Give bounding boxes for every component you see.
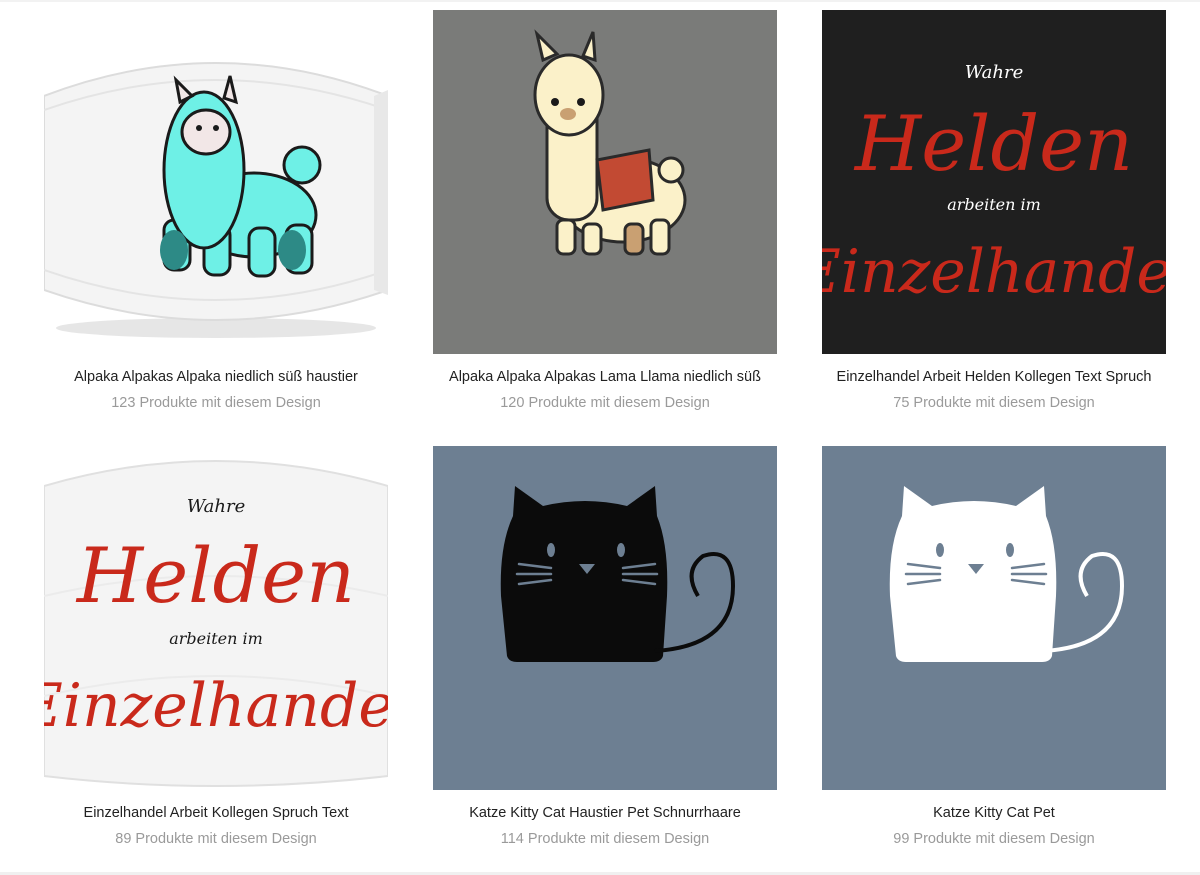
design-text-wahre: Wahre (965, 62, 1024, 83)
product-title[interactable]: Alpaka Alpaka Alpakas Lama Llama niedlic… (433, 368, 777, 386)
design-text-einzelhandel: Einzelhandel (822, 237, 1166, 307)
product-title[interactable]: Katze Kitty Cat Haustier Pet Schnurrhaar… (433, 804, 777, 822)
product-card-black-cat[interactable]: Katze Kitty Cat Haustier Pet Schnurrhaar… (433, 446, 777, 848)
product-count: 89 Produkte mit diesem Design (115, 831, 317, 847)
product-card-white-cat[interactable]: Katze Kitty Cat Pet 99 Produkte mit dies… (822, 446, 1166, 848)
design-text-wahre: Wahre (187, 496, 246, 517)
product-title[interactable]: Katze Kitty Cat Pet (822, 804, 1166, 822)
design-text-helden: Helden (853, 99, 1133, 188)
product-count: 120 Produkte mit diesem Design (500, 395, 710, 411)
design-text-helden: Helden (75, 531, 355, 620)
product-count: 75 Produkte mit diesem Design (893, 395, 1095, 411)
alpaca-mask-image (44, 10, 388, 354)
product-title[interactable]: Einzelhandel Arbeit Helden Kollegen Text… (822, 368, 1166, 386)
product-image[interactable]: Wahre Helden arbeiten im Einzelhandel (44, 446, 388, 790)
product-image[interactable] (433, 446, 777, 790)
product-title[interactable]: Einzelhandel Arbeit Kollegen Spruch Text (44, 804, 388, 822)
top-divider (0, 0, 1200, 2)
product-card-alpaca-mask[interactable]: Alpaka Alpakas Alpaka niedlich süß haust… (44, 10, 388, 412)
product-count: 99 Produkte mit diesem Design (893, 831, 1095, 847)
product-count: 114 Produkte mit diesem Design (500, 831, 710, 847)
helden-black-image: Wahre Helden arbeiten im Einzelhandel (822, 10, 1166, 354)
white-cat-image (822, 446, 1166, 790)
black-cat-image (433, 446, 777, 790)
product-image[interactable] (822, 446, 1166, 790)
design-text-arbeiten: arbeiten im (947, 195, 1041, 214)
design-text-einzelhandel: Einzelhandel (44, 671, 388, 741)
product-image[interactable] (44, 10, 388, 354)
llama-gray-image (433, 10, 777, 354)
product-count: 123 Produkte mit diesem Design (111, 395, 321, 411)
helden-mask-image: Wahre Helden arbeiten im Einzelhandel (44, 446, 388, 790)
product-title[interactable]: Alpaka Alpakas Alpaka niedlich süß haust… (44, 368, 388, 386)
product-card-helden-mask[interactable]: Wahre Helden arbeiten im Einzelhandel Ei… (44, 446, 388, 848)
product-card-helden-black[interactable]: Wahre Helden arbeiten im Einzelhandel Ei… (822, 10, 1166, 412)
design-text-arbeiten: arbeiten im (169, 629, 263, 648)
product-image[interactable] (433, 10, 777, 354)
product-image[interactable]: Wahre Helden arbeiten im Einzelhandel (822, 10, 1166, 354)
product-card-llama-gray[interactable]: Alpaka Alpaka Alpakas Lama Llama niedlic… (433, 10, 777, 412)
